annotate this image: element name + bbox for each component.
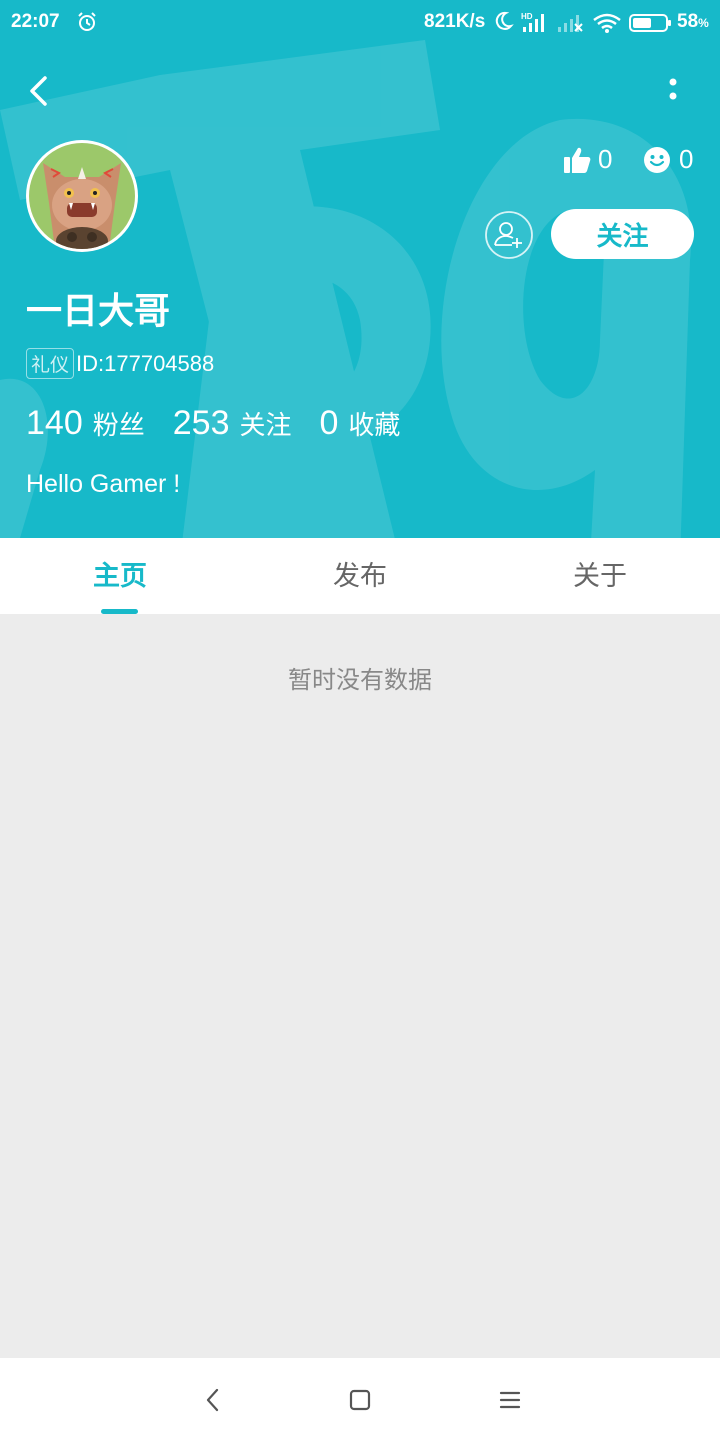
battery-percent: 58%: [677, 11, 709, 32]
profile-stats: 140 粉丝 253 关注 0 收藏: [26, 404, 428, 443]
user-bio: Hello Gamer !: [26, 470, 181, 498]
profile-header: 22:07 821K/s HD 58% 0 0 关注 一日大哥 礼仪 ID:17…: [0, 0, 720, 538]
username: 一日大哥: [26, 290, 171, 331]
moon-icon: [495, 11, 514, 30]
more-options-button[interactable]: [660, 72, 686, 110]
back-button[interactable]: [22, 72, 58, 110]
likes-count: 0: [598, 144, 613, 174]
watermark-logo: [0, 40, 692, 538]
smile-icon: [644, 146, 670, 173]
svg-text:HD: HD: [521, 12, 533, 21]
tab-home[interactable]: 主页: [0, 538, 240, 614]
profile-tabs: 主页 发布 关于: [0, 538, 720, 614]
user-id-row: 礼仪 ID:177704588: [26, 348, 214, 379]
etiquette-badge[interactable]: 礼仪: [26, 348, 75, 379]
avatar[interactable]: [26, 140, 138, 252]
tab-about[interactable]: 关于: [480, 538, 720, 614]
nav-menu-icon[interactable]: [496, 1386, 524, 1414]
tab-posts[interactable]: 发布: [240, 538, 480, 614]
status-bar: 22:07 821K/s HD 58%: [0, 0, 720, 46]
wifi-icon: [593, 13, 621, 33]
battery-icon: [629, 14, 671, 32]
smiles-stat[interactable]: 0: [643, 144, 693, 175]
system-nav-bar: [0, 1358, 720, 1440]
following-label[interactable]: 关注: [239, 405, 291, 442]
signal-weak-icon: [558, 15, 583, 32]
favorites-label[interactable]: 收藏: [348, 405, 400, 442]
user-id: ID:177704588: [76, 350, 215, 376]
nav-home-icon[interactable]: [347, 1386, 373, 1414]
following-count[interactable]: 253: [173, 404, 230, 443]
follow-button[interactable]: 关注: [551, 209, 694, 259]
alarm-icon: [78, 12, 96, 31]
thumbs-up-icon: [564, 147, 591, 173]
signal-hd-icon: HD: [521, 12, 544, 32]
smiles-count: 0: [679, 144, 694, 174]
nav-back-icon[interactable]: [200, 1386, 226, 1414]
followers-label[interactable]: 粉丝: [93, 405, 145, 442]
add-friend-button[interactable]: [484, 210, 534, 260]
favorites-count[interactable]: 0: [320, 404, 339, 443]
followers-count[interactable]: 140: [26, 404, 83, 443]
avatar-image: [29, 143, 135, 249]
status-time: 22:07: [11, 11, 60, 32]
empty-state-text: 暂时没有数据: [288, 667, 432, 694]
network-speed: 821K/s: [424, 11, 486, 32]
likes-stat[interactable]: 0: [562, 144, 612, 175]
active-tab-indicator: [101, 609, 138, 614]
